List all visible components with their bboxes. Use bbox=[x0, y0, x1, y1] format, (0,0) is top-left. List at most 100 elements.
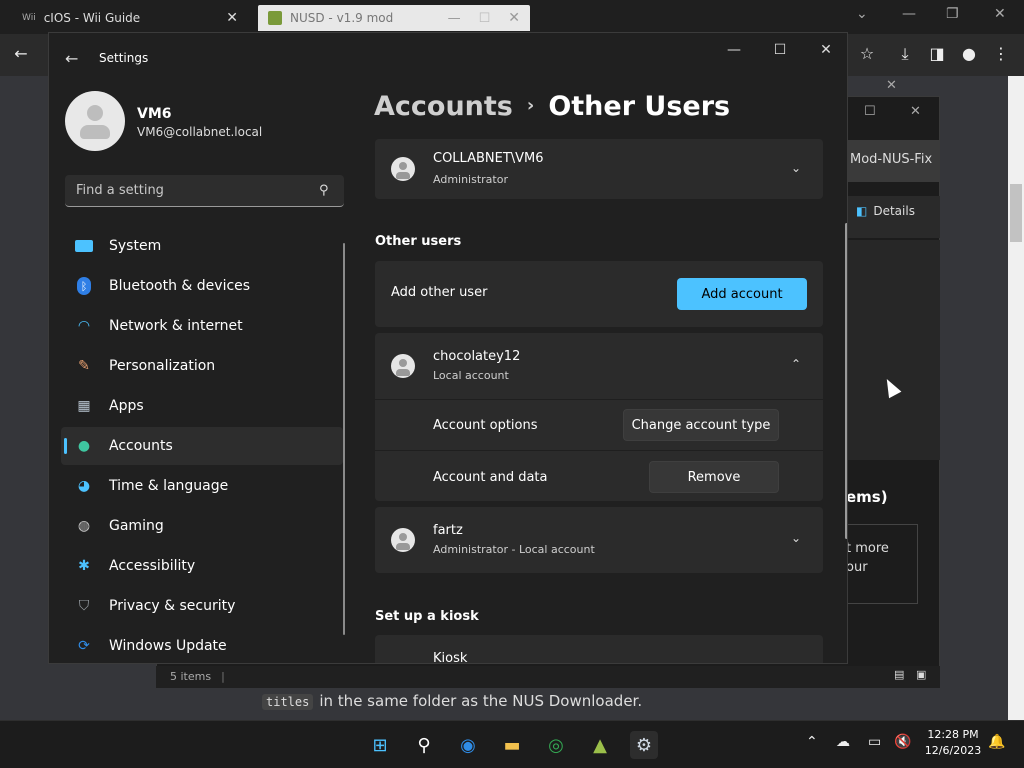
tiles-view-icon[interactable]: ▣ bbox=[916, 668, 926, 681]
settings-gear-icon[interactable]: ⚙ bbox=[630, 731, 658, 759]
menu-kebab-icon[interactable]: ⋮ bbox=[990, 44, 1012, 63]
breadcrumb-separator-icon: › bbox=[526, 95, 535, 116]
page-scrollbar[interactable] bbox=[1008, 76, 1024, 720]
maximize-icon[interactable]: ☐ bbox=[479, 11, 491, 26]
details-pane-button[interactable]: ◧ Details bbox=[846, 196, 940, 238]
page-title: Other Users bbox=[548, 91, 731, 122]
start-windows-icon[interactable]: ⊞ bbox=[366, 731, 394, 759]
bluetooth-icon: ᛒ bbox=[74, 277, 94, 295]
window-title: Settings bbox=[99, 51, 149, 65]
user-card-fartz[interactable]: fartz Administrator - Local account ⌄ bbox=[375, 507, 823, 573]
chevron-up-icon[interactable]: ⌃ bbox=[791, 357, 801, 371]
close-icon[interactable]: ✕ bbox=[508, 10, 520, 26]
accessibility-icon: ✱ bbox=[78, 558, 90, 574]
explorer-maximize-icon[interactable]: ☐ bbox=[864, 104, 876, 119]
tab-search-icon[interactable]: ⌄ bbox=[856, 6, 868, 22]
page-scrollbar-thumb[interactable] bbox=[1010, 184, 1022, 242]
browser-close-icon[interactable]: ✕ bbox=[994, 6, 1006, 22]
content-scrollbar[interactable] bbox=[845, 223, 847, 539]
explorer-items-heading: ems) bbox=[846, 488, 888, 506]
sidebar-item-system[interactable]: System bbox=[61, 227, 343, 265]
current-user-card[interactable]: COLLABNET\VM6 Administrator ⌄ bbox=[375, 139, 823, 199]
close-tab-icon[interactable]: ✕ bbox=[226, 10, 238, 26]
sidebar-item-windows-update[interactable]: ⟳ Windows Update bbox=[61, 627, 343, 663]
search-input[interactable] bbox=[65, 175, 344, 207]
monitor-icon bbox=[74, 237, 94, 255]
remove-button[interactable]: Remove bbox=[649, 461, 779, 493]
explorer-status-bar: 5 items | ▤ ▣ bbox=[156, 666, 940, 688]
file-explorer-icon[interactable]: ▬ bbox=[498, 731, 526, 759]
paintbrush-icon: ✎ bbox=[78, 358, 90, 374]
network-icon[interactable]: ▭ bbox=[868, 734, 881, 750]
item-count: 5 items bbox=[170, 670, 212, 683]
details-view-icon[interactable]: ▤ bbox=[894, 668, 904, 681]
close-icon[interactable]: ✕ bbox=[811, 42, 841, 58]
browser-tab-wii-guide[interactable]: Wii cIOS - Wii Guide ✕ bbox=[12, 5, 248, 31]
sidebar-scrollbar[interactable] bbox=[343, 243, 345, 635]
bookmark-star-icon[interactable]: ☆ bbox=[856, 44, 878, 63]
user-name: fartz bbox=[433, 523, 463, 538]
maximize-icon[interactable]: ☐ bbox=[765, 42, 795, 58]
nusd-close-icon[interactable]: ✕ bbox=[886, 78, 897, 93]
shield-icon: ⛉ bbox=[78, 598, 90, 614]
explorer-close-icon[interactable]: ✕ bbox=[910, 104, 921, 119]
breadcrumb: Accounts › Other Users bbox=[374, 91, 730, 122]
nusd-app-icon[interactable]: ▲ bbox=[586, 731, 614, 759]
user-type: Administrator - Local account bbox=[433, 543, 595, 556]
other-users-heading: Other users bbox=[375, 234, 462, 249]
wifi-icon: ◠ bbox=[77, 318, 91, 334]
back-arrow-icon[interactable]: ← bbox=[65, 49, 78, 68]
sidebar-item-network[interactable]: ◠ Network & internet bbox=[61, 307, 343, 345]
breadcrumb-accounts[interactable]: Accounts bbox=[374, 91, 513, 122]
user-type: Administrator bbox=[433, 173, 508, 186]
settings-window: ← Settings — ☐ ✕ VM6 VM6@collabnet.local… bbox=[48, 32, 848, 664]
browser-restore-icon[interactable]: ❐ bbox=[946, 6, 959, 22]
gamepad-icon: ◍ bbox=[77, 518, 91, 534]
sidebar-item-accessibility[interactable]: ✱ Accessibility bbox=[61, 547, 343, 585]
side-panel-icon[interactable]: ◨ bbox=[926, 44, 948, 63]
globe-clock-icon: ◕ bbox=[77, 478, 91, 494]
profile-name: VM6 bbox=[137, 106, 172, 122]
nusd-app-icon bbox=[268, 11, 282, 25]
sidebar-item-accounts[interactable]: ● Accounts bbox=[61, 427, 343, 465]
sidebar-item-privacy[interactable]: ⛉ Privacy & security bbox=[61, 587, 343, 625]
tab-title: cIOS - Wii Guide bbox=[43, 11, 141, 25]
add-account-button[interactable]: Add account bbox=[677, 278, 807, 310]
explorer-folder-title: Mod-NUS-Fix bbox=[846, 140, 940, 182]
sidebar-item-apps[interactable]: ▦ Apps bbox=[61, 387, 343, 425]
kiosk-card[interactable]: Kiosk bbox=[375, 635, 823, 663]
taskbar-clock[interactable]: 12:28 PM 12/6/2023 bbox=[920, 727, 986, 759]
change-account-type-button[interactable]: Change account type bbox=[623, 409, 779, 441]
update-icon: ⟳ bbox=[78, 638, 90, 654]
sidebar-item-gaming[interactable]: ◍ Gaming bbox=[61, 507, 343, 545]
chevron-down-icon[interactable]: ⌄ bbox=[791, 161, 801, 175]
chevron-down-icon[interactable]: ⌄ bbox=[791, 531, 801, 545]
sidebar-item-bluetooth[interactable]: ᛒ Bluetooth & devices bbox=[61, 267, 343, 305]
user-avatar-icon bbox=[391, 157, 415, 181]
search-icon[interactable]: ⚲ bbox=[410, 731, 438, 759]
download-icon[interactable]: ⤓ bbox=[894, 44, 916, 64]
cloud-offline-icon[interactable]: ☁ bbox=[836, 734, 850, 750]
edge-beta-icon[interactable]: ◉ bbox=[454, 731, 482, 759]
explorer-body bbox=[846, 240, 940, 460]
clock-time: 12:28 PM bbox=[927, 728, 979, 741]
back-arrow-icon[interactable]: ← bbox=[10, 44, 32, 63]
page-paragraph: titles in the same folder as the NUS Down… bbox=[262, 692, 642, 710]
chrome-icon[interactable]: ◎ bbox=[542, 731, 570, 759]
browser-minimize-icon[interactable]: — bbox=[902, 6, 916, 22]
add-other-user-card: Add other user Add account bbox=[375, 261, 823, 327]
sidebar-item-personalization[interactable]: ✎ Personalization bbox=[61, 347, 343, 385]
add-other-user-label: Add other user bbox=[391, 285, 488, 300]
user-header[interactable]: chocolatey12 Local account ⌃ bbox=[375, 333, 823, 399]
profile-icon[interactable]: ● bbox=[958, 44, 980, 63]
tray-overflow-chevron-icon[interactable]: ⌃ bbox=[806, 734, 818, 750]
sidebar-item-time-language[interactable]: ◕ Time & language bbox=[61, 467, 343, 505]
avatar[interactable] bbox=[65, 91, 125, 151]
account-and-data-label: Account and data bbox=[433, 470, 548, 485]
minimize-icon[interactable]: — bbox=[448, 11, 461, 26]
notification-bell-icon[interactable]: 🔔 bbox=[988, 734, 1005, 750]
minimize-icon[interactable]: — bbox=[719, 42, 749, 58]
window-nusd-titlebar[interactable]: NUSD - v1.9 mod — ☐ ✕ bbox=[258, 5, 530, 31]
user-avatar-icon bbox=[391, 354, 415, 378]
volume-muted-icon[interactable]: 🔇 bbox=[894, 734, 911, 750]
